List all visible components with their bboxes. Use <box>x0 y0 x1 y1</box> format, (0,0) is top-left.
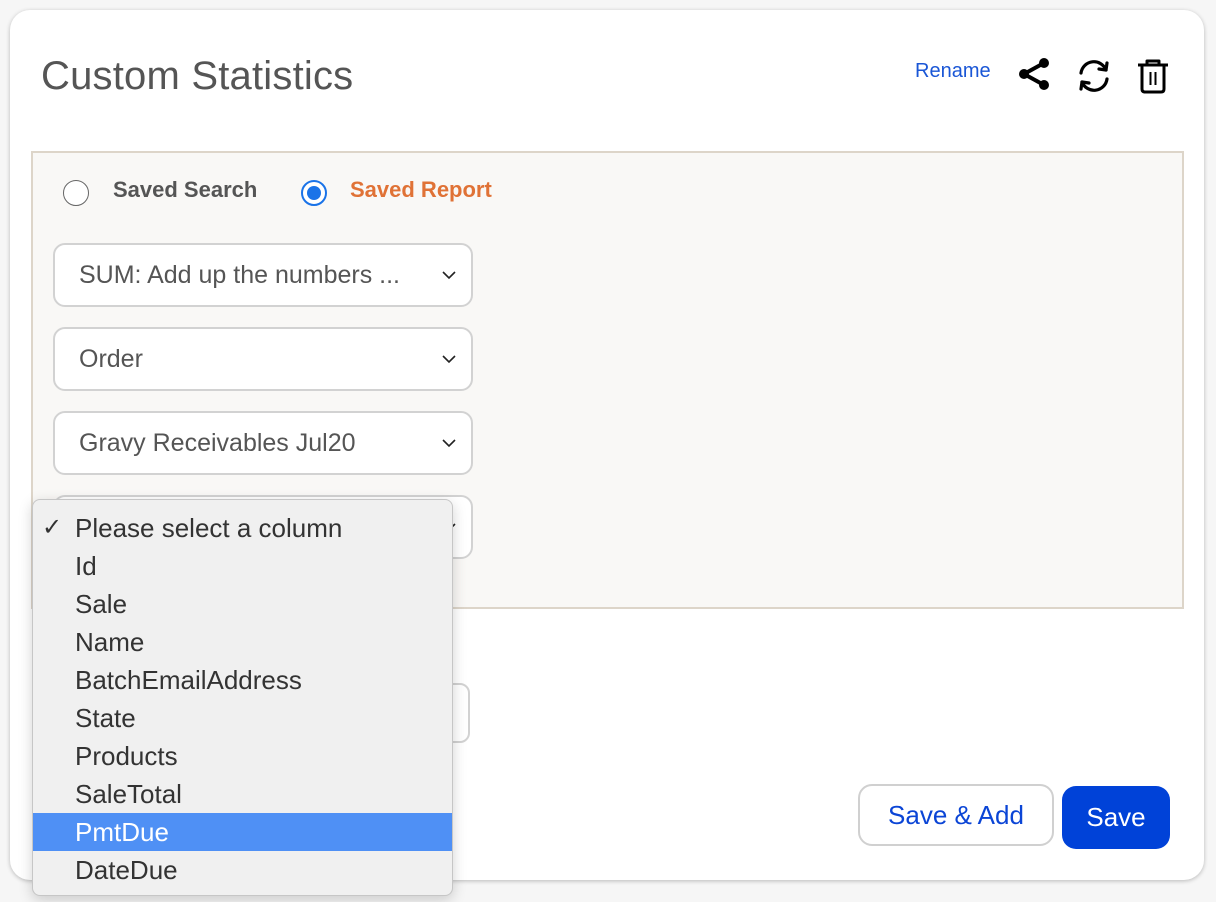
column-dropdown-menu: ✓ Please select a column Id Sale Name Ba… <box>32 499 453 896</box>
saved-report-radio[interactable] <box>301 180 327 206</box>
column-option[interactable]: BatchEmailAddress <box>33 661 452 699</box>
saved-search-label[interactable]: Saved Search <box>113 177 257 203</box>
chevron-down-icon <box>442 439 456 448</box>
report-select-value: Gravy Receivables Jul20 <box>79 429 356 457</box>
saved-report-label[interactable]: Saved Report <box>350 177 492 203</box>
trash-icon <box>1138 59 1168 94</box>
delete-button[interactable] <box>1133 56 1173 96</box>
save-button[interactable]: Save <box>1062 786 1170 849</box>
object-select[interactable]: Order <box>53 327 473 391</box>
chevron-down-icon <box>442 271 456 280</box>
aggregation-select-value: SUM: Add up the numbers ... <box>79 261 400 289</box>
saved-search-radio[interactable] <box>63 180 89 206</box>
page-title: Custom Statistics <box>41 54 354 98</box>
rename-link[interactable]: Rename <box>915 60 991 83</box>
save-and-add-button[interactable]: Save & Add <box>858 784 1054 846</box>
column-option[interactable]: ✓ Please select a column <box>33 509 452 547</box>
column-option[interactable]: DateDue <box>33 851 452 889</box>
column-option[interactable]: Products <box>33 737 452 775</box>
column-option[interactable]: Sale <box>33 585 452 623</box>
share-icon <box>1019 58 1049 90</box>
share-button[interactable] <box>1014 54 1054 94</box>
checkmark-icon: ✓ <box>42 514 63 541</box>
refresh-icon <box>1079 60 1109 92</box>
column-option-highlighted[interactable]: PmtDue <box>33 813 452 851</box>
column-option[interactable]: State <box>33 699 452 737</box>
object-select-value: Order <box>79 345 143 373</box>
refresh-button[interactable] <box>1074 56 1114 96</box>
column-option[interactable]: SaleTotal <box>33 775 452 813</box>
column-option[interactable]: Id <box>33 547 452 585</box>
aggregation-select[interactable]: SUM: Add up the numbers ... <box>53 243 473 307</box>
chevron-down-icon <box>442 355 456 364</box>
column-option[interactable]: Name <box>33 623 452 661</box>
report-select[interactable]: Gravy Receivables Jul20 <box>53 411 473 475</box>
